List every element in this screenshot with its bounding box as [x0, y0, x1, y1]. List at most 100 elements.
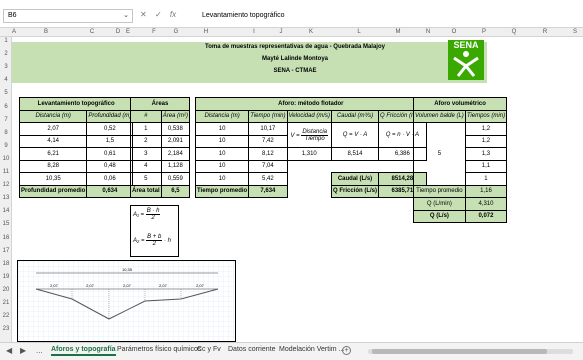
- volumetrico-col-volumen[interactable]: Volumen balde (L): [413, 109, 466, 123]
- tab-datos-corriente[interactable]: Datos corriente: [228, 346, 275, 353]
- more-sheets-button[interactable]: ...: [36, 346, 43, 355]
- velocidad-value[interactable]: 1,310: [286, 147, 333, 161]
- tab-modelacion-vertim[interactable]: Modelación Vertim ...: [279, 346, 344, 353]
- formula-input[interactable]: Levantamiento topográfico: [202, 12, 285, 19]
- column-header[interactable]: S: [573, 29, 577, 35]
- cell[interactable]: 10,35: [18, 172, 88, 186]
- row-header[interactable]: 7: [0, 117, 12, 123]
- cell[interactable]: 5: [130, 172, 162, 186]
- areas-total-value[interactable]: 6,5: [160, 184, 191, 198]
- row-header[interactable]: 13: [0, 195, 12, 201]
- aforo-title[interactable]: Aforo: método flotador: [195, 97, 427, 111]
- column-header[interactable]: G: [174, 29, 179, 35]
- row-header[interactable]: 3: [0, 64, 12, 70]
- cell[interactable]: 8,12: [248, 147, 288, 161]
- row-header[interactable]: 19: [0, 274, 12, 280]
- fx-icon[interactable]: fx: [170, 10, 176, 19]
- cell[interactable]: 4: [130, 159, 162, 173]
- column-header[interactable]: P: [482, 29, 486, 35]
- velocity-formula[interactable]: V = Distancia Tiempo: [286, 122, 333, 148]
- topo-total-label[interactable]: Profundidad promedio: [18, 184, 88, 198]
- column-header[interactable]: E: [126, 29, 130, 35]
- chevron-down-icon[interactable]: ⌄: [123, 11, 129, 19]
- cell[interactable]: 1: [130, 122, 162, 136]
- column-header[interactable]: J: [280, 29, 283, 35]
- column-header[interactable]: I: [253, 29, 255, 35]
- row-header[interactable]: 11: [0, 169, 12, 175]
- cell[interactable]: 10,17: [248, 122, 288, 136]
- column-header[interactable]: D: [116, 29, 120, 35]
- row-header[interactable]: 21: [0, 300, 12, 306]
- areas-title[interactable]: Áreas: [129, 97, 191, 111]
- column-header[interactable]: O: [452, 29, 457, 35]
- cell[interactable]: 7,04: [248, 159, 288, 173]
- q-lmin-value[interactable]: 4,310: [464, 197, 508, 211]
- cell[interactable]: 1,5: [86, 134, 134, 148]
- row-header[interactable]: 6: [0, 104, 12, 110]
- column-header[interactable]: C: [90, 29, 94, 35]
- caudal-value[interactable]: 8,514: [330, 147, 380, 161]
- q-ls-value[interactable]: 0,072: [464, 209, 508, 223]
- row-header[interactable]: 9: [0, 143, 12, 149]
- cell[interactable]: 10: [194, 147, 250, 161]
- cell[interactable]: 0,559: [160, 172, 191, 186]
- aforo-col-tiempo[interactable]: Tiempo (min): [248, 109, 288, 123]
- tab-aforos-y-topografia[interactable]: Aforos y topografía: [51, 346, 116, 356]
- cell[interactable]: 2,07: [18, 122, 88, 136]
- cell[interactable]: 0,06: [86, 172, 134, 186]
- column-header[interactable]: R: [543, 29, 547, 35]
- cell[interactable]: 6,21: [18, 147, 88, 161]
- next-sheet-icon[interactable]: ▶: [20, 346, 26, 355]
- cell[interactable]: 10: [194, 122, 250, 136]
- horizontal-scrollbar[interactable]: [368, 349, 573, 354]
- row-header[interactable]: 18: [0, 261, 12, 267]
- column-header[interactable]: M: [396, 29, 401, 35]
- enter-icon[interactable]: ✓: [155, 10, 162, 19]
- row-header[interactable]: 2: [0, 51, 12, 57]
- cell[interactable]: 2,184: [160, 147, 191, 161]
- column-header[interactable]: K: [309, 29, 313, 35]
- cell[interactable]: 7,42: [248, 134, 288, 148]
- column-header[interactable]: H: [204, 29, 208, 35]
- tab-cc-y-fv[interactable]: Cc y Fv: [197, 346, 221, 353]
- cell[interactable]: 10: [194, 159, 250, 173]
- row-header[interactable]: 10: [0, 156, 12, 162]
- aforo-col-caudal[interactable]: Caudal (m³/s): [330, 109, 380, 123]
- column-header[interactable]: F: [152, 29, 156, 35]
- row-header[interactable]: 1: [0, 38, 12, 44]
- aforo-tprom-value[interactable]: 7,634: [248, 184, 288, 198]
- add-sheet-button[interactable]: +: [342, 346, 351, 355]
- cross-section-drawing[interactable]: 10,35 2,07 2,07 2,07 2,07 2,07: [17, 260, 236, 342]
- cell[interactable]: 10: [194, 172, 250, 186]
- topo-total-value[interactable]: 0,634: [86, 184, 134, 198]
- row-header[interactable]: 12: [0, 182, 12, 188]
- tab-parametros-fisico-quimicos[interactable]: Parámetros físico químicos: [117, 346, 201, 353]
- cell[interactable]: 1,128: [160, 159, 191, 173]
- row-header[interactable]: 22: [0, 313, 12, 319]
- cell[interactable]: 0,538: [160, 122, 191, 136]
- row-header[interactable]: 5: [0, 90, 12, 96]
- cell[interactable]: 0,48: [86, 159, 134, 173]
- cell[interactable]: 8,28: [18, 159, 88, 173]
- row-header[interactable]: 4: [0, 77, 12, 83]
- cell[interactable]: 2: [130, 134, 162, 148]
- row-header[interactable]: 23: [0, 326, 12, 332]
- q-ls-label[interactable]: Q (L/s): [413, 209, 466, 223]
- column-header[interactable]: B: [44, 29, 48, 35]
- areas-total-label[interactable]: Área total: [130, 184, 162, 198]
- qfriccion-total-label[interactable]: Q Fricción (L/s): [330, 184, 380, 198]
- scrollbar-thumb[interactable]: [372, 349, 547, 354]
- row-header[interactable]: 20: [0, 287, 12, 293]
- prev-sheet-icon[interactable]: ◀: [6, 346, 12, 355]
- row-header[interactable]: 8: [0, 130, 12, 136]
- name-box[interactable]: B6 ⌄: [3, 9, 133, 23]
- volumetrico-col-tiempos[interactable]: Tiempos (min): [464, 109, 508, 123]
- cell[interactable]: 1,2: [464, 134, 508, 148]
- cancel-icon[interactable]: ✕: [140, 10, 147, 19]
- column-header[interactable]: N: [426, 29, 430, 35]
- aforo-tprom-label[interactable]: Tiempo promedio: [194, 184, 250, 198]
- cell[interactable]: 5,42: [248, 172, 288, 186]
- cell[interactable]: 4,14: [18, 134, 88, 148]
- topo-col-distancia[interactable]: Distancia (m): [18, 109, 88, 123]
- cell[interactable]: 2,091: [160, 134, 191, 148]
